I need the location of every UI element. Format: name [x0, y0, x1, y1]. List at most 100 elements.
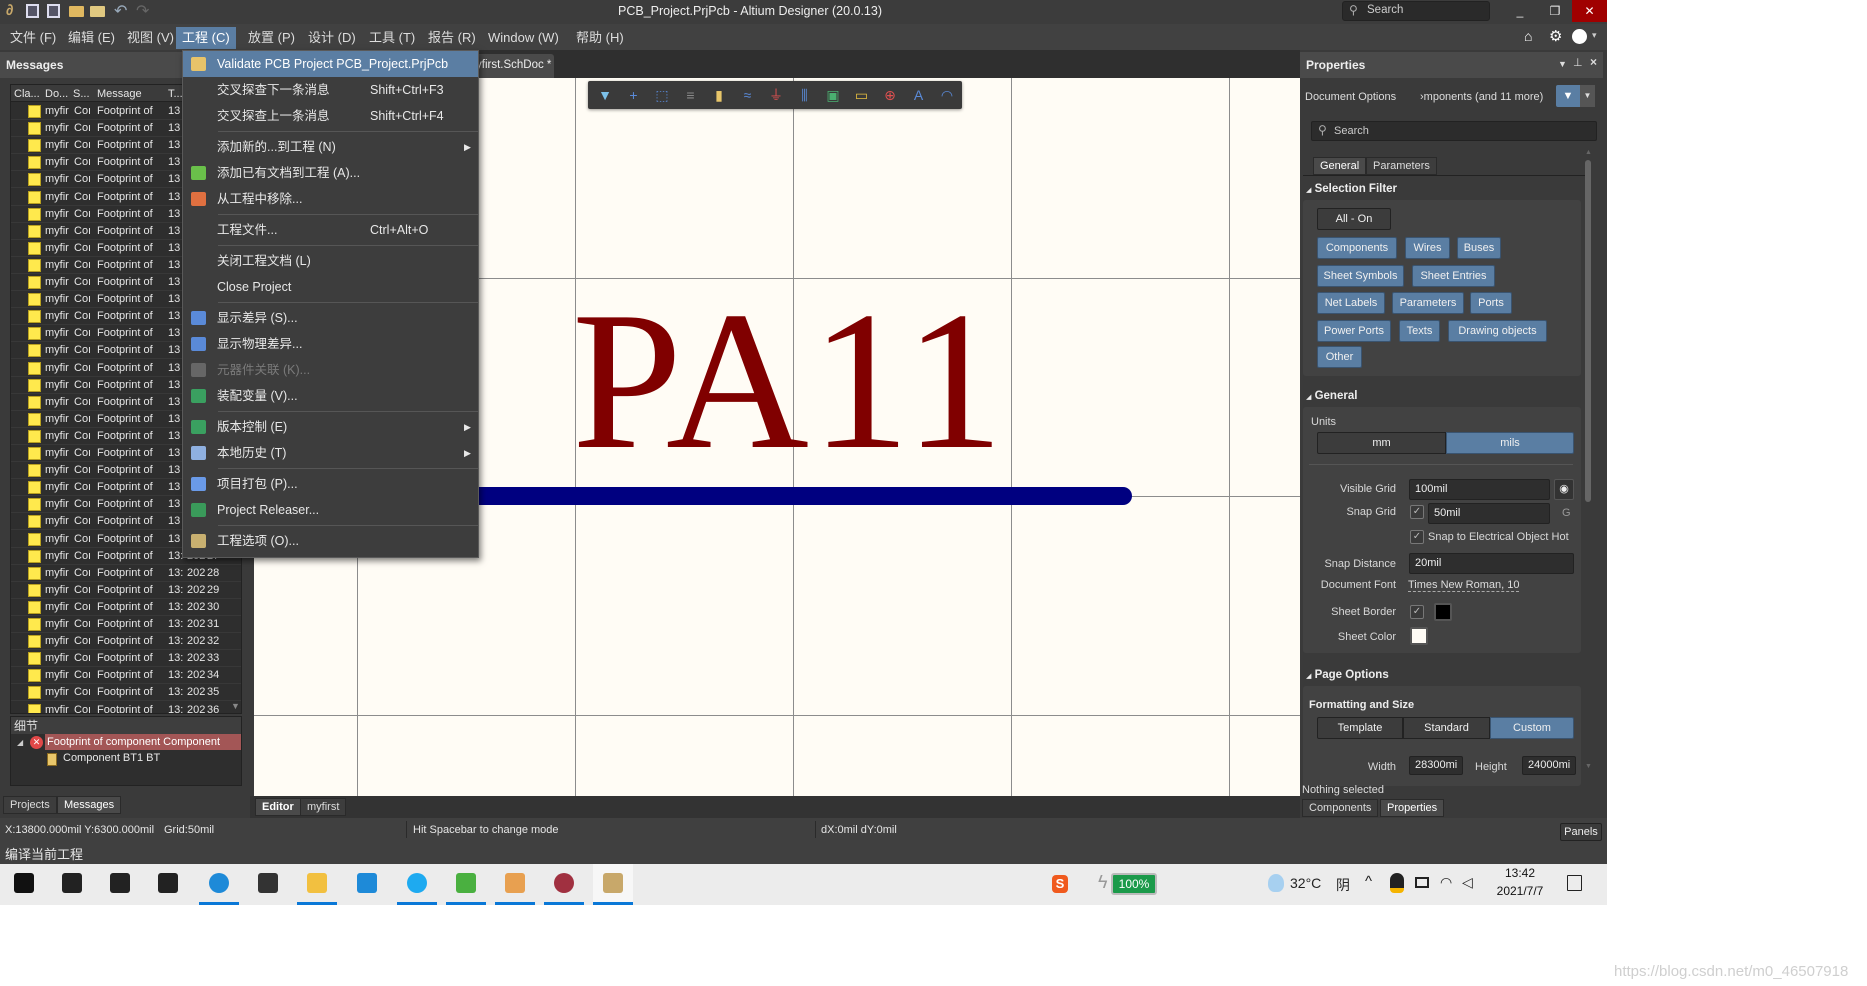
message-row[interactable]: myfir Coı Footprint of 13: 202 30	[11, 599, 241, 616]
details-error-item[interactable]: Footprint of component Component	[45, 734, 241, 750]
menu-item[interactable]: 添加新的...到工程 (N) ▶	[183, 134, 478, 160]
template-button[interactable]: Template	[1317, 717, 1403, 739]
panel-menu-icon[interactable]: ▼	[1558, 59, 1567, 69]
gear-icon[interactable]: ⚙	[1549, 27, 1562, 45]
snap-grid-input[interactable]: 50mil	[1428, 503, 1550, 524]
snap-grid-checkbox[interactable]: ✓	[1410, 505, 1424, 519]
tab-editor[interactable]: Editor	[255, 798, 301, 816]
menu-item[interactable]: 交叉探查下一条消息 Shift+Ctrl+F3	[183, 77, 478, 103]
standard-button[interactable]: Standard	[1403, 717, 1490, 739]
message-row[interactable]: myfir Coı Footprint of 13: 202 32	[11, 633, 241, 651]
save-icon[interactable]	[26, 4, 39, 18]
all-on-button[interactable]: All - On	[1317, 208, 1391, 230]
close-panel-icon[interactable]: ×	[1590, 55, 1597, 69]
message-row[interactable]: myfir Coı Footprint of 13: 202 36	[11, 702, 241, 713]
user-account-icon[interactable]	[1572, 29, 1587, 44]
column-class[interactable]: Cla...	[14, 87, 42, 101]
save-all-icon[interactable]	[47, 4, 60, 18]
column-document[interactable]: Do...	[45, 87, 69, 101]
align-icon[interactable]: ≡	[680, 85, 702, 105]
menu-5[interactable]: 放置 (P)	[242, 27, 301, 49]
custom-button[interactable]: Custom	[1490, 717, 1574, 739]
sheet-border-color-swatch[interactable]	[1434, 603, 1452, 621]
home-icon[interactable]: ⌂	[1524, 28, 1532, 44]
clock-date[interactable]: 2021/7/7	[1488, 884, 1552, 898]
cross-probe-icon[interactable]: +	[623, 85, 645, 105]
menu-item[interactable]: 显示物理差异...	[183, 331, 478, 357]
avatar-app-taskbar-button[interactable]	[544, 864, 584, 905]
general-section-header[interactable]: ◢ General	[1306, 390, 1357, 402]
scroll-down-arrow[interactable]: ▼	[231, 701, 240, 711]
menu-9[interactable]: Window (W)	[482, 27, 565, 49]
menu-item[interactable]: 装配变量 (V)...	[183, 383, 478, 409]
menu-4[interactable]: 工程 (C)	[176, 27, 236, 49]
filter-dropdown-button[interactable]: ▼	[1580, 85, 1595, 107]
menu-item[interactable]: 显示差异 (S)...	[183, 305, 478, 331]
tab-messages[interactable]: Messages	[57, 796, 122, 814]
battery-indicator[interactable]: 100%	[1111, 873, 1157, 895]
no-erc-icon[interactable]: ⊕	[879, 85, 901, 105]
expand-icon[interactable]: ◢	[17, 738, 23, 747]
edge-taskbar-button[interactable]	[199, 864, 239, 905]
tab-projects[interactable]: Projects	[3, 796, 57, 814]
tab-properties[interactable]: Properties	[1380, 799, 1445, 817]
menu-item[interactable]: Project Releaser...	[183, 497, 478, 523]
height-input[interactable]: 24000mi	[1522, 756, 1576, 775]
document-font-link[interactable]: Times New Roman, 10	[1408, 579, 1520, 592]
undo-icon[interactable]: ↶	[114, 1, 127, 21]
show-hidden-icons[interactable]: ^	[1365, 873, 1372, 890]
altium-taskbar-button[interactable]	[593, 864, 633, 905]
filter-power-ports-button[interactable]: Power Ports	[1317, 320, 1391, 342]
cortana-taskbar-button[interactable]	[100, 864, 140, 905]
paint-taskbar-button[interactable]	[495, 864, 535, 905]
start-taskbar-button[interactable]	[4, 864, 44, 905]
ie-browser-taskbar-button[interactable]	[397, 864, 437, 905]
volume-icon[interactable]: ◁	[1462, 874, 1473, 891]
bus-entry-icon[interactable]: ⫼	[794, 85, 816, 105]
message-row[interactable]: myfir Coı Footprint of 13: 202 35	[11, 684, 241, 702]
message-row[interactable]: myfir Coı Footprint of 13: 202 33	[11, 650, 241, 668]
filter-wires-button[interactable]: Wires	[1405, 237, 1450, 259]
message-row[interactable]: myfir Coı Footprint of 13: 202 31	[11, 616, 241, 633]
menu-6[interactable]: 设计 (D)	[302, 27, 362, 49]
menu-7[interactable]: 工具 (T)	[363, 27, 421, 49]
filter-ports-button[interactable]: Ports	[1470, 292, 1512, 314]
menu-item[interactable]: 交叉探查上一条消息 Shift+Ctrl+F4	[183, 103, 478, 129]
visible-grid-input[interactable]: 100mil	[1409, 479, 1550, 500]
filter-drawing-objects-button[interactable]: Drawing objects	[1448, 320, 1547, 342]
mail-taskbar-button[interactable]	[347, 864, 387, 905]
tab-general[interactable]: General	[1313, 157, 1367, 175]
minimize-button[interactable]: _	[1505, 0, 1535, 22]
column-source[interactable]: S...	[73, 87, 93, 101]
filter-sheet-entries-button[interactable]: Sheet Entries	[1412, 265, 1495, 287]
menu-8[interactable]: 报告 (R)	[422, 27, 482, 49]
task-view-taskbar-button[interactable]	[148, 864, 188, 905]
filter-other-button[interactable]: Other	[1317, 346, 1362, 368]
open-project-icon[interactable]	[90, 6, 105, 17]
part-icon[interactable]: ▮	[708, 85, 730, 105]
text-icon[interactable]: A	[908, 85, 930, 105]
wifi-icon[interactable]: ◠	[1440, 874, 1452, 891]
redo-icon[interactable]: ↷	[136, 1, 149, 21]
qq-icon[interactable]	[1390, 873, 1404, 893]
menu-10[interactable]: 帮助 (H)	[570, 27, 630, 49]
page-options-header[interactable]: ◢ Page Options	[1306, 669, 1389, 681]
sheet-border-checkbox[interactable]: ✓	[1410, 605, 1424, 619]
global-search-input[interactable]: ⚲ Search	[1342, 1, 1490, 21]
port-icon[interactable]: ▭	[851, 85, 873, 105]
sogou-input-icon[interactable]: S	[1052, 875, 1068, 893]
menu-item[interactable]: 工程文件... Ctrl+Alt+O	[183, 217, 478, 243]
scroll-down-arrow[interactable]: ▼	[1585, 763, 1592, 770]
menu-3[interactable]: 视图 (V)	[121, 27, 180, 49]
column-message[interactable]: Message	[97, 87, 157, 101]
details-child-item[interactable]: Component BT1 BT	[63, 752, 160, 764]
filter-net-labels-button[interactable]: Net Labels	[1317, 292, 1385, 314]
filter-sheet-symbols-button[interactable]: Sheet Symbols	[1317, 265, 1404, 287]
select-area-icon[interactable]: ⬚	[651, 85, 673, 105]
open-icon[interactable]	[69, 6, 84, 17]
units-mils-button[interactable]: mils	[1446, 432, 1574, 454]
arc-icon[interactable]: ◠	[936, 85, 958, 105]
menu-2[interactable]: 编辑 (E)	[62, 27, 121, 49]
menu-item[interactable]: 添加已有文档到工程 (A)...	[183, 160, 478, 186]
weather-icon[interactable]	[1268, 874, 1284, 892]
